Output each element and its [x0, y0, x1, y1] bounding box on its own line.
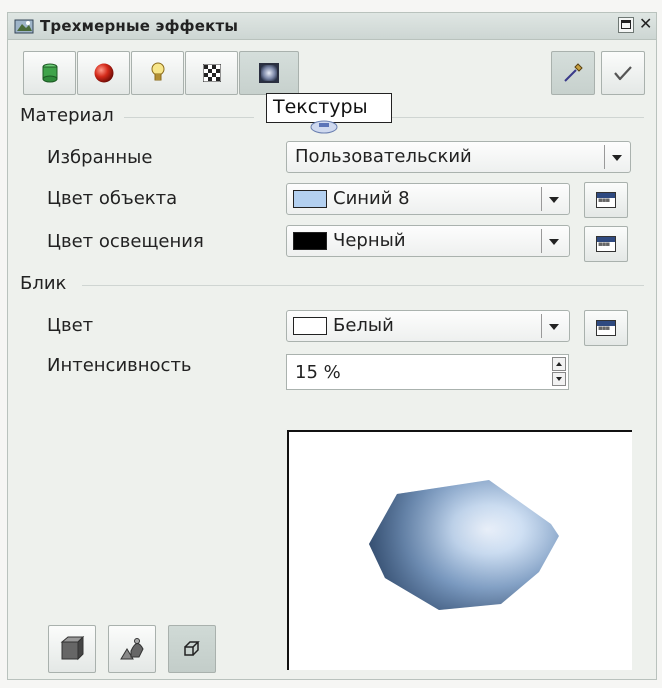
- specular-color-swatch: [293, 317, 327, 335]
- object-color-value: Синий 8: [333, 188, 410, 209]
- section-divider: [392, 117, 644, 118]
- tab-illumination[interactable]: [131, 51, 184, 95]
- object-color-dialog-button[interactable]: [584, 182, 628, 218]
- section-divider: [124, 117, 254, 118]
- lathe-object-icon: [120, 638, 144, 660]
- 3d-effects-panel: Трехмерные эффекты ✕ Текстуры Материал И…: [7, 12, 657, 680]
- material-icon: [259, 63, 279, 83]
- object-color-label: Цвет объекта: [47, 188, 178, 209]
- intensity-value: 15 %: [295, 362, 341, 383]
- intensity-label: Интенсивность: [47, 355, 192, 376]
- specular-color-value: Белый: [333, 315, 394, 336]
- illumination-color-value: Черный: [333, 230, 406, 251]
- busy-cursor-icon: [310, 120, 338, 134]
- object-color-select[interactable]: Синий 8: [286, 183, 570, 215]
- material-preview[interactable]: [287, 430, 632, 670]
- illumination-color-dialog-button[interactable]: [584, 226, 628, 262]
- 3d-effects-icon: [14, 19, 34, 34]
- spin-up-button[interactable]: [552, 357, 566, 371]
- section-material-title: Материал: [20, 105, 114, 126]
- maximize-icon[interactable]: [618, 17, 634, 33]
- window-title: Трехмерные эффекты: [40, 17, 239, 35]
- specular-color-dialog-button[interactable]: [584, 310, 628, 346]
- lathe-object-button[interactable]: [108, 625, 156, 673]
- preview-shape: [369, 480, 559, 610]
- perspective-icon: [184, 641, 200, 656]
- specular-color-select[interactable]: Белый: [286, 310, 570, 342]
- chevron-down-icon: [549, 197, 559, 203]
- pipette-icon: [564, 63, 583, 82]
- section-specular-title: Блик: [20, 273, 67, 294]
- tab-geometry[interactable]: [23, 51, 76, 95]
- favorites-label: Избранные: [47, 147, 153, 168]
- illumination-color-swatch: [293, 232, 327, 250]
- intensity-spinner[interactable]: 15 %: [286, 354, 569, 390]
- assign-checkmark-icon: [614, 66, 632, 81]
- shading-icon: [94, 63, 113, 83]
- convert-3d-button[interactable]: [48, 625, 96, 673]
- favorites-select[interactable]: Пользовательский: [286, 141, 631, 173]
- convert-3d-icon: [60, 636, 85, 661]
- tab-shading[interactable]: [77, 51, 130, 95]
- geometry-icon: [42, 63, 57, 83]
- chevron-down-icon: [549, 239, 559, 245]
- color-dialog-icon: [596, 320, 616, 336]
- assign-button[interactable]: [601, 51, 645, 95]
- color-dialog-icon: [596, 192, 616, 208]
- textures-icon: [202, 64, 221, 82]
- pipette-button[interactable]: [551, 51, 595, 95]
- object-color-swatch: [293, 190, 327, 208]
- chevron-down-icon: [549, 324, 559, 330]
- close-icon[interactable]: [638, 14, 654, 33]
- illumination-color-select[interactable]: Черный: [286, 225, 570, 257]
- section-divider: [82, 285, 644, 286]
- spin-down-button[interactable]: [552, 372, 566, 386]
- chevron-down-icon: [612, 155, 622, 161]
- tab-textures[interactable]: [185, 51, 238, 95]
- title-bar[interactable]: Трехмерные эффекты: [8, 13, 656, 40]
- perspective-button[interactable]: [168, 625, 216, 673]
- color-dialog-icon: [596, 236, 616, 252]
- illumination-label: Цвет освещения: [47, 231, 204, 252]
- favorites-value: Пользовательский: [295, 146, 472, 167]
- tab-material[interactable]: [239, 51, 299, 95]
- specular-color-label: Цвет: [47, 315, 94, 336]
- lightbulb-icon: [151, 62, 164, 81]
